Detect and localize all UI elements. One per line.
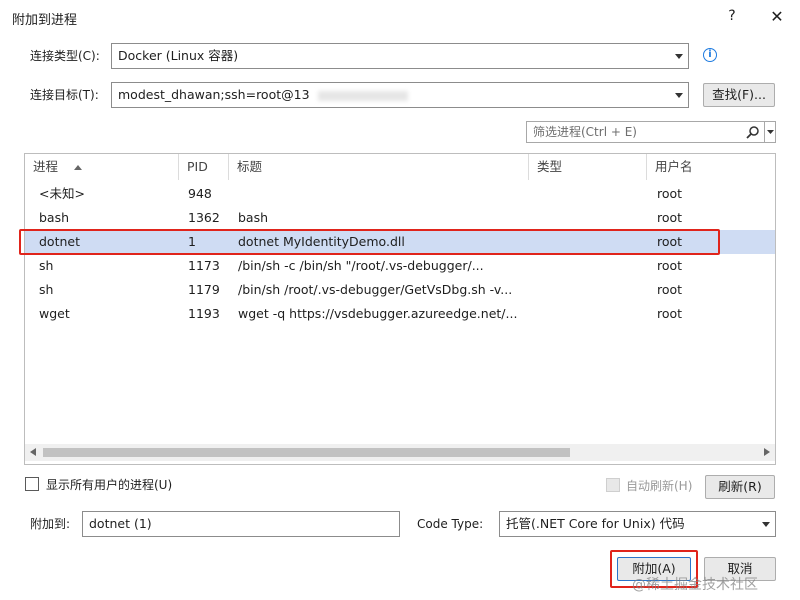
horizontal-scrollbar[interactable] [25, 444, 775, 461]
process-table[interactable]: 进程 PID 标题 类型 用户名 <未知> 948 root bash 1362 bash… [24, 153, 776, 465]
refresh-button[interactable]: 刷新(R) [705, 475, 775, 499]
watermark: @稀土掘金技术社区 [632, 577, 758, 593]
column-header-type[interactable]: 类型 [529, 154, 647, 180]
connection-type-label: 连接类型(C): [30, 49, 100, 63]
auto-refresh-label: 自动刷新(H) [626, 479, 693, 493]
connection-target-label: 连接目标(T): [30, 88, 99, 102]
chevron-down-icon [766, 130, 774, 134]
cell-pid: 1179 [188, 282, 220, 297]
cell-pid: 1362 [188, 210, 220, 225]
column-header-title[interactable]: 标题 [229, 154, 529, 180]
highlight-selected-row [19, 229, 720, 255]
code-type-select[interactable]: 托管(.NET Core for Unix) 代码 [499, 511, 776, 537]
chevron-down-icon [674, 83, 684, 107]
column-header-pid[interactable]: PID [179, 154, 229, 180]
column-header-process[interactable]: 进程 [25, 154, 179, 180]
code-type-value: 托管(.NET Core for Unix) 代码 [506, 516, 685, 531]
cell-process: wget [39, 306, 70, 321]
info-icon[interactable]: i [703, 48, 717, 62]
scrollbar-thumb[interactable] [43, 448, 570, 457]
cell-pid: 1173 [188, 258, 220, 273]
cell-user: root [657, 258, 683, 273]
chevron-down-icon [674, 44, 684, 68]
close-button[interactable]: ✕ [766, 6, 788, 28]
connection-type-value: Docker (Linux 容器) [118, 48, 239, 63]
find-button[interactable]: 查找(F)... [703, 83, 775, 107]
cell-user: root [657, 210, 683, 225]
table-row[interactable]: bash 1362 bash root [25, 206, 775, 230]
filter-input[interactable]: 筛选进程(Ctrl + E) [526, 121, 765, 143]
cell-user: root [657, 282, 683, 297]
connection-target-value: modest_dhawan;ssh=root@13 [118, 87, 310, 102]
cell-process: sh [39, 258, 54, 273]
table-row[interactable]: sh 1179/bin/sh /root/.vs-debugger/GetVsDb… [25, 278, 775, 302]
scroll-left-icon [30, 448, 36, 456]
filter-placeholder: 筛选进程(Ctrl + E) [533, 125, 637, 139]
attach-to-label: 附加到: [30, 517, 71, 531]
code-type-label: Code Type: [417, 517, 484, 531]
connection-type-select[interactable]: Docker (Linux 容器) [111, 43, 689, 69]
connection-target-select[interactable]: modest_dhawan;ssh=root@13 [111, 82, 689, 108]
filter-dropdown-button[interactable] [765, 121, 776, 143]
cell-pid: 948 [188, 186, 212, 201]
cell-title: wget -q https://vsdebugger.azureedge.net… [238, 306, 518, 321]
table-row[interactable]: <未知> 948 root [25, 182, 775, 206]
help-button[interactable]: ? [722, 6, 742, 26]
show-all-users-checkbox[interactable] [25, 477, 39, 491]
cell-user: root [657, 306, 683, 321]
sort-ascending-icon [74, 165, 82, 170]
attach-to-field: dotnet (1) [82, 511, 400, 537]
dialog-title: 附加到进程 [12, 13, 78, 28]
column-header-user[interactable]: 用户名 [647, 154, 775, 180]
show-all-users-label[interactable]: 显示所有用户的进程(U) [46, 476, 172, 494]
auto-refresh-checkbox[interactable] [606, 478, 620, 492]
cell-title: /bin/sh -c /bin/sh "/root/.vs-debugger/.… [238, 258, 484, 273]
chevron-down-icon [761, 512, 771, 536]
scroll-right-icon [764, 448, 770, 456]
table-row[interactable]: wget 1193 wget -q https://vsdebugger.azure… [25, 302, 775, 326]
cell-process: sh [39, 282, 54, 297]
cell-process: <未知> [39, 186, 85, 201]
cell-pid: 1193 [188, 306, 220, 321]
cell-user: root [657, 186, 683, 201]
cell-title: /bin/sh /root/.vs-debugger/GetVsDbg.sh -… [238, 282, 513, 297]
table-row[interactable]: sh 1173/bin/sh -c /bin/sh "/root/.vs-debu… [25, 254, 775, 278]
cell-process: bash [39, 210, 70, 225]
redacted-blur [317, 90, 408, 101]
cell-title: bash [238, 210, 269, 225]
search-icon [746, 125, 760, 145]
